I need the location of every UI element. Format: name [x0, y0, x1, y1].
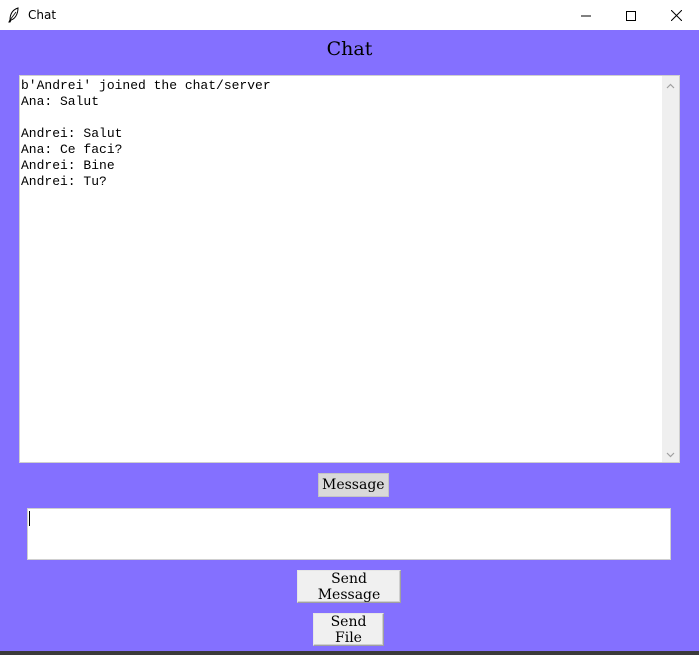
message-input[interactable]: [27, 508, 671, 560]
taskbar-edge: [0, 651, 699, 655]
maximize-icon: [626, 6, 636, 25]
minimize-icon: [581, 6, 591, 25]
maximize-button[interactable]: [608, 0, 654, 30]
send-file-button[interactable]: Send File: [313, 613, 384, 646]
close-icon: [670, 6, 682, 25]
send-message-button[interactable]: Send Message: [297, 570, 401, 603]
scroll-down-button[interactable]: [662, 445, 679, 462]
chat-log-area[interactable]: b'Andrei' joined the chat/server Ana: Sa…: [19, 75, 680, 463]
chat-window: Chat Chat b'Andrei' joined the chat/serv…: [0, 0, 699, 655]
vertical-scrollbar[interactable]: [662, 76, 679, 462]
chat-log-text: b'Andrei' joined the chat/server Ana: Sa…: [21, 78, 271, 189]
feather-icon: [7, 7, 21, 23]
minimize-button[interactable]: [563, 0, 609, 30]
window-title: Chat: [28, 8, 57, 22]
scroll-up-button[interactable]: [662, 76, 679, 93]
chevron-up-icon: [666, 76, 675, 94]
message-label: Message: [318, 473, 389, 497]
title-bar: Chat: [0, 0, 699, 30]
chevron-down-icon: [666, 445, 675, 463]
close-button[interactable]: [653, 0, 699, 30]
page-title: Chat: [326, 38, 373, 60]
text-caret: [29, 511, 30, 526]
